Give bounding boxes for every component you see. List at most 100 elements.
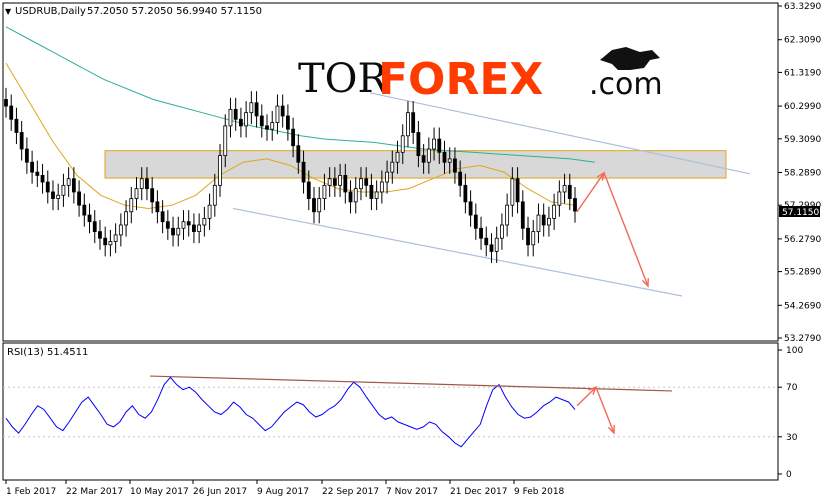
rsi-label: RSI(13) 51.4511 — [7, 347, 88, 358]
candle-body — [14, 118, 19, 133]
candle-body — [212, 184, 217, 206]
candle-body — [327, 178, 332, 186]
price-tick-label: 56.2790 — [784, 235, 821, 245]
candle-body — [186, 221, 191, 226]
candle-body — [35, 171, 40, 176]
candle-body — [228, 108, 233, 127]
candle-body — [19, 132, 24, 150]
candle-body — [265, 125, 269, 130]
candle-body — [484, 237, 489, 246]
candle-body — [165, 221, 170, 229]
header-menu-icon[interactable]: ▼ — [5, 7, 12, 16]
candle-body — [395, 151, 400, 163]
candle-body — [296, 145, 301, 163]
candle-body — [306, 181, 311, 199]
candle-body — [71, 178, 76, 193]
candle-body — [77, 191, 81, 206]
candle-body — [385, 171, 389, 183]
candle-body — [280, 105, 285, 117]
candle-body — [129, 198, 134, 213]
candle-body — [515, 178, 520, 203]
rsi-tick-label: 0 — [786, 470, 792, 480]
candle-body — [536, 214, 541, 232]
usdrub-chart: ▼ USDRUB,Daily 57.2050 57.2050 56.9940 5… — [2, 2, 821, 497]
candle-body — [249, 102, 254, 114]
x-tick-label: 9 Aug 2017 — [257, 487, 309, 497]
candle-body — [176, 227, 181, 236]
price-tick-label: 60.2990 — [784, 102, 821, 112]
candle-body — [270, 122, 275, 130]
candle-body — [338, 175, 342, 186]
candle-body — [343, 175, 348, 193]
candle-body — [573, 198, 577, 212]
candle-body — [259, 115, 264, 127]
candle-body — [56, 194, 61, 199]
forecast-arrow-down — [603, 172, 649, 287]
candle-body — [233, 108, 238, 120]
price-tick-label: 55.2890 — [784, 268, 821, 278]
candle-body — [139, 178, 144, 190]
candle-body — [291, 128, 296, 147]
candle-body — [202, 217, 207, 226]
candle-body — [223, 125, 228, 157]
candle-body — [301, 161, 306, 183]
rsi-arrow-down — [595, 386, 615, 434]
candle-body — [442, 151, 447, 163]
candle-body — [108, 241, 113, 246]
rsi-line — [5, 376, 576, 448]
candle-body — [150, 188, 155, 203]
candle-body — [494, 237, 499, 252]
candle-body — [218, 155, 222, 186]
candle-body — [510, 178, 515, 206]
candle-body — [458, 171, 463, 186]
candle-body — [541, 214, 546, 226]
candle-body — [239, 118, 243, 127]
candle-body — [353, 188, 358, 203]
svg-text:TOR: TOR — [298, 56, 389, 102]
candle-body — [275, 105, 280, 123]
x-tick-label: 1 Feb 2017 — [6, 487, 56, 497]
candle-body — [520, 201, 525, 229]
candle-body — [546, 217, 551, 226]
rsi-tick-label: 100 — [786, 346, 803, 356]
x-tick-label: 10 May 2017 — [130, 487, 189, 497]
candle-body — [92, 221, 97, 232]
candle-body — [432, 138, 436, 150]
resistance-zone — [104, 150, 727, 179]
candle-body — [145, 178, 149, 190]
price-tick-label: 59.3090 — [784, 135, 821, 145]
candle-body — [369, 184, 374, 199]
candle-body — [322, 184, 327, 199]
candle-body — [479, 227, 483, 239]
candle-body — [254, 102, 259, 117]
x-tick-label: 22 Mar 2017 — [66, 487, 123, 497]
candle-body — [411, 112, 416, 133]
candle-body — [562, 184, 567, 193]
candle-body — [421, 155, 426, 163]
candle-body — [531, 231, 536, 246]
channel-lower-line — [232, 207, 683, 297]
candle-body — [379, 181, 384, 193]
svg-text:.com: .com — [589, 67, 663, 102]
candle-body — [45, 181, 50, 193]
candle-body — [526, 227, 530, 246]
current-price-tag: 57.1150 — [782, 208, 819, 218]
candle-body — [192, 224, 196, 232]
forecast-arrow-up — [576, 172, 605, 213]
price-tick-label: 53.2790 — [784, 334, 821, 344]
candle-body — [552, 204, 557, 219]
candle-body — [155, 201, 160, 213]
candle-body — [171, 227, 175, 236]
candle-body — [9, 105, 14, 120]
candle-body — [4, 99, 8, 107]
candle-body — [463, 184, 468, 203]
candle-body — [426, 148, 431, 163]
rsi-arrow-up — [576, 386, 597, 407]
candle-body — [348, 191, 353, 203]
x-tick-label: 26 Jun 2017 — [193, 487, 247, 497]
candle-body — [390, 161, 395, 173]
candle-body — [285, 115, 290, 130]
torforex-logo: TOR FOREX .com — [298, 47, 663, 105]
rsi-tick-label: 30 — [786, 433, 798, 443]
candle-body — [244, 112, 249, 127]
